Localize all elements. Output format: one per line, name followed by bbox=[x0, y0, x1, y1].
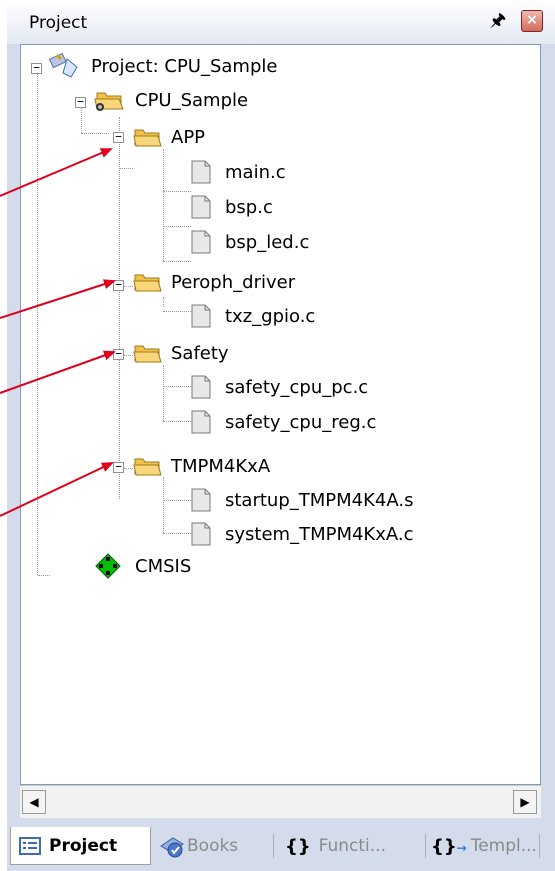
file-icon bbox=[191, 375, 211, 399]
file-icon bbox=[191, 304, 211, 328]
tab-label: Templ... bbox=[470, 836, 537, 856]
tab-project[interactable]: Project bbox=[10, 827, 151, 865]
file-label: main.c bbox=[225, 161, 286, 183]
folder-icon bbox=[133, 458, 162, 476]
project-root-node[interactable]: Project: CPU_Sample bbox=[49, 51, 277, 81]
close-button[interactable]: × bbox=[521, 10, 543, 32]
group-label: Peroph_driver bbox=[171, 271, 296, 293]
project-tab-icon bbox=[19, 836, 41, 855]
file-node[interactable]: system_TMPM4KxA.c bbox=[191, 519, 414, 549]
project-tree: − Project: CPU_Sample − CPU_Sample − APP… bbox=[20, 44, 541, 785]
cmsis-icon bbox=[95, 553, 121, 579]
file-node[interactable]: safety_cpu_reg.c bbox=[191, 407, 376, 437]
file-icon bbox=[191, 160, 211, 184]
tab-functions[interactable]: {} Functi... bbox=[285, 827, 386, 865]
target-folder-icon bbox=[94, 92, 124, 111]
tab-label: Project bbox=[49, 835, 118, 856]
target-label: CPU_Sample bbox=[135, 89, 249, 111]
tab-templates[interactable]: {}→ Templ... bbox=[431, 827, 537, 865]
braces-icon: {} bbox=[285, 835, 311, 857]
file-label: startup_TMPM4K4A.s bbox=[225, 489, 414, 511]
tab-label: Functi... bbox=[318, 836, 386, 856]
file-node[interactable]: bsp.c bbox=[191, 192, 273, 222]
cmsis-node[interactable]: CMSIS bbox=[95, 551, 191, 581]
target-node[interactable]: CPU_Sample bbox=[93, 85, 248, 115]
file-icon bbox=[191, 230, 211, 254]
tab-books[interactable]: Books bbox=[159, 827, 238, 865]
file-label: bsp.c bbox=[225, 196, 273, 218]
books-icon bbox=[160, 837, 184, 858]
file-label: system_TMPM4KxA.c bbox=[225, 523, 414, 545]
group-label: APP bbox=[171, 126, 206, 148]
scroll-left-button[interactable]: ◀ bbox=[22, 790, 46, 814]
template-icon: {}→ bbox=[431, 835, 467, 857]
file-icon bbox=[191, 488, 211, 512]
horizontal-scrollbar[interactable]: ◀ ▶ bbox=[20, 785, 541, 818]
project-root-icon bbox=[49, 53, 78, 78]
collapse-toggle[interactable]: − bbox=[113, 279, 124, 291]
collapse-toggle[interactable]: − bbox=[75, 96, 86, 108]
file-label: bsp_led.c bbox=[225, 231, 310, 253]
file-node[interactable]: txz_gpio.c bbox=[191, 301, 315, 331]
group-label: TMPM4KxA bbox=[171, 455, 271, 477]
folder-icon bbox=[133, 129, 162, 147]
file-icon bbox=[191, 195, 211, 219]
file-icon bbox=[191, 410, 211, 434]
file-node[interactable]: startup_TMPM4K4A.s bbox=[191, 485, 413, 515]
collapse-toggle[interactable]: − bbox=[113, 461, 124, 473]
file-label: safety_cpu_pc.c bbox=[225, 376, 369, 398]
scroll-right-button[interactable]: ▶ bbox=[513, 790, 537, 814]
cmsis-label: CMSIS bbox=[135, 555, 192, 577]
file-icon bbox=[191, 522, 211, 546]
file-label: txz_gpio.c bbox=[225, 305, 316, 327]
panel-title-bar: Project 🖈 × bbox=[7, 0, 555, 44]
tab-label: Books bbox=[187, 836, 239, 856]
group-peroph-driver-node[interactable]: Peroph_driver bbox=[133, 267, 295, 297]
panel-title: Project bbox=[29, 13, 88, 33]
panel-tabs: Project Books {} Functi... {}→ Templ... bbox=[7, 824, 555, 871]
collapse-toggle[interactable]: − bbox=[113, 131, 124, 143]
file-node[interactable]: main.c bbox=[191, 157, 286, 187]
file-label: safety_cpu_reg.c bbox=[225, 411, 377, 433]
collapse-toggle[interactable]: − bbox=[113, 348, 124, 360]
pin-icon[interactable]: 🖈 bbox=[487, 10, 509, 32]
project-root-label: Project: CPU_Sample bbox=[91, 55, 278, 77]
group-label: Safety bbox=[171, 342, 229, 364]
group-safety-node[interactable]: Safety bbox=[133, 338, 229, 368]
collapse-toggle[interactable]: − bbox=[31, 62, 42, 74]
group-tmpm4kxa-node[interactable]: TMPM4KxA bbox=[133, 451, 270, 481]
folder-icon bbox=[133, 345, 162, 363]
group-app-node[interactable]: APP bbox=[133, 122, 205, 152]
file-node[interactable]: bsp_led.c bbox=[191, 227, 309, 257]
file-node[interactable]: safety_cpu_pc.c bbox=[191, 372, 368, 402]
folder-icon bbox=[133, 274, 162, 292]
